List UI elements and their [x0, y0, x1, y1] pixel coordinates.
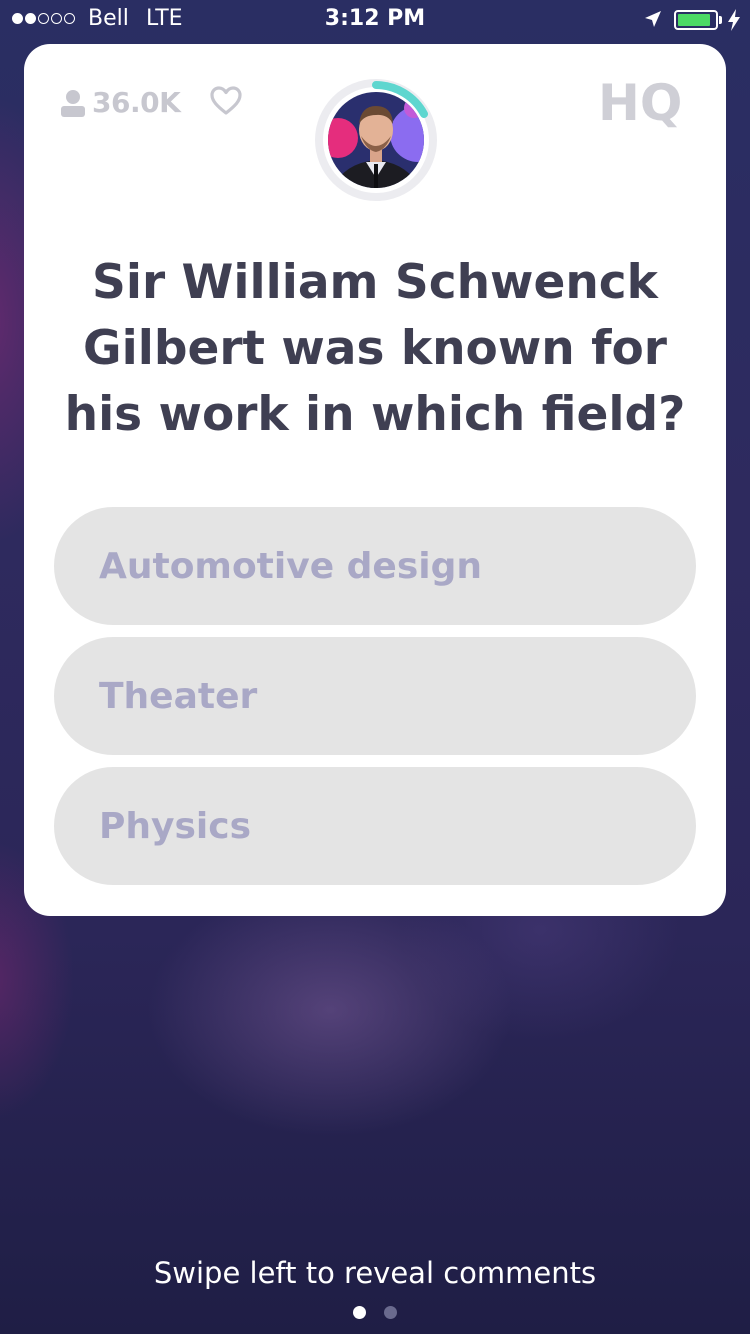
answer-option-3[interactable]: Physics [54, 767, 696, 885]
battery-level [678, 14, 710, 26]
answer-option-1[interactable]: Automotive design [54, 507, 696, 625]
host-avatar [315, 79, 437, 201]
page-dot-1[interactable] [353, 1306, 366, 1319]
answer-option-1-label: Automotive design [99, 545, 482, 587]
swipe-hint: Swipe left to reveal comments [153, 1256, 597, 1290]
hq-logo-text: HQ [598, 74, 682, 130]
hq-logo: HQ [598, 74, 682, 130]
battery-icon [674, 10, 718, 30]
status-bar: Bell LTE 3:12 PM [0, 0, 750, 40]
charging-bolt-icon [728, 9, 740, 31]
viewer-count: 36.0K [92, 86, 181, 119]
answer-option-2[interactable]: Theater [54, 637, 696, 755]
battery-nub [719, 16, 722, 24]
status-time: 3:12 PM [324, 6, 426, 31]
page-indicator[interactable] [0, 1306, 750, 1319]
page-dot-2[interactable] [384, 1306, 397, 1319]
question-text: Sir William Schwenck Gilbert was known f… [64, 255, 686, 442]
question-card: 36.0K HQ Sir William Schwenck Gilbert wa… [24, 44, 726, 916]
answer-option-3-label: Physics [99, 805, 252, 847]
viewer-counter: 36.0K [60, 86, 181, 119]
location-arrow-icon [645, 11, 661, 27]
heart-icon[interactable] [210, 86, 242, 116]
user-icon [61, 89, 85, 117]
answer-option-2-label: Theater [99, 675, 258, 717]
